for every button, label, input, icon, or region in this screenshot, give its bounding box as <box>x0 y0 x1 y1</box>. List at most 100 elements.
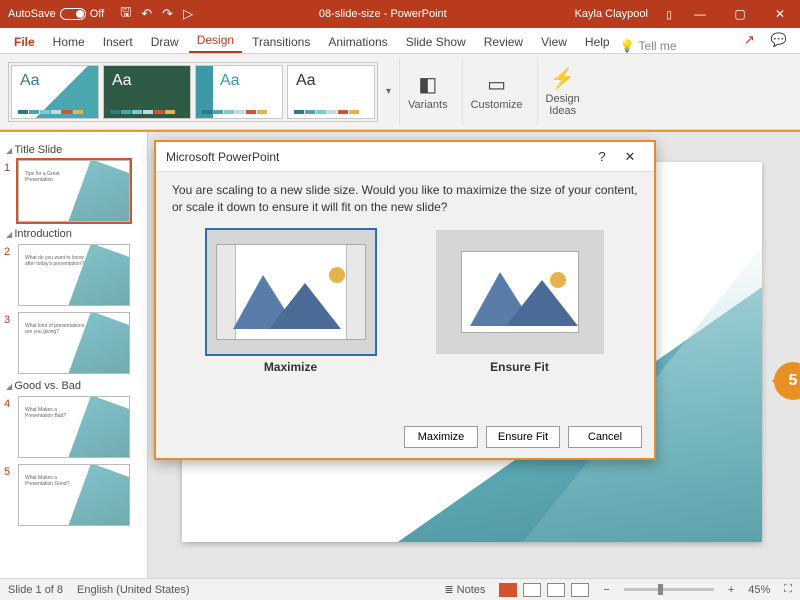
thumb-row-5[interactable]: 5 What Makes a Presentation Good? <box>4 464 143 526</box>
slide-number: 3 <box>4 312 14 326</box>
ribbon-design: Aa Aa Aa Aa ▾ ◧ Variants ▭ Customize ⚡ D… <box>0 54 800 130</box>
thumb-row-1[interactable]: 1 Tips for a Great Presentation <box>4 160 143 222</box>
tab-transitions[interactable]: Transitions <box>244 31 318 53</box>
fit-to-window-button[interactable]: ⛶ <box>784 583 792 596</box>
theme-thumb-1[interactable]: Aa <box>11 65 99 119</box>
theme-thumb-2[interactable]: Aa <box>103 65 191 119</box>
tab-review[interactable]: Review <box>476 31 531 53</box>
variants-label: Variants <box>408 99 448 111</box>
tab-animations[interactable]: Animations <box>320 31 395 53</box>
slide-number: 1 <box>4 160 14 174</box>
option-maximize-label: Maximize <box>264 360 317 374</box>
option-ensure-fit-label: Ensure Fit <box>490 360 549 374</box>
thumb-row-4[interactable]: 4 What Makes a Presentation Bad? <box>4 396 143 458</box>
dialog-message: You are scaling to a new slide size. Wou… <box>156 172 654 226</box>
tab-design[interactable]: Design <box>189 29 242 53</box>
notes-label: Notes <box>457 584 486 596</box>
status-bar: Slide 1 of 8 English (United States) ≣ N… <box>0 578 800 600</box>
theme-thumb-3[interactable]: Aa <box>195 65 283 119</box>
group-variants[interactable]: ◧ Variants <box>399 58 456 125</box>
autosave-label: AutoSave <box>8 8 56 20</box>
dialog-title: Microsoft PowerPoint <box>166 150 588 164</box>
share-button[interactable]: ↗ <box>737 27 762 53</box>
quick-access-toolbar: 🖫 ↶ ↷ ▷ <box>112 3 201 25</box>
dialog-options: Maximize Ensure Fit <box>156 226 654 374</box>
notes-toggle[interactable]: ≣ Notes <box>444 583 485 596</box>
undo-icon[interactable]: ↶ <box>141 6 152 22</box>
zoom-in-button[interactable]: + <box>728 584 734 596</box>
reading-view-button[interactable] <box>547 583 565 597</box>
toggle-off-icon <box>60 8 86 20</box>
redo-icon[interactable]: ↷ <box>162 6 173 22</box>
dialog-close-button[interactable]: ✕ <box>616 149 644 165</box>
slide-thumb-5[interactable]: What Makes a Presentation Good? <box>18 464 130 526</box>
group-design-ideas[interactable]: ⚡ Design Ideas <box>537 58 588 125</box>
tell-me-search[interactable]: 💡 Tell me <box>620 39 677 53</box>
save-icon[interactable]: 🖫 <box>120 3 131 25</box>
option-maximize[interactable]: Maximize <box>207 230 375 374</box>
gallery-more-icon[interactable]: ▾ <box>384 84 393 99</box>
tab-file[interactable]: File <box>6 31 43 53</box>
customize-icon: ▭ <box>487 72 506 97</box>
slide-number: 5 <box>4 464 14 478</box>
maximize-button[interactable]: ▢ <box>720 0 760 28</box>
slide-size-dialog: Microsoft PowerPoint ? ✕ You are scaling… <box>154 140 656 460</box>
autosave-state: Off <box>90 8 104 20</box>
slide-thumb-2[interactable]: What do you want to know after today's p… <box>18 244 130 306</box>
start-slideshow-icon[interactable]: ▷ <box>183 6 193 22</box>
thumb-row-3[interactable]: 3 What kind of presentations are you giv… <box>4 312 143 374</box>
slide-thumb-4[interactable]: What Makes a Presentation Bad? <box>18 396 130 458</box>
cancel-button[interactable]: Cancel <box>568 426 642 448</box>
tell-me-label: Tell me <box>639 39 677 53</box>
tab-view[interactable]: View <box>533 31 575 53</box>
title-bar: AutoSave Off 🖫 ↶ ↷ ▷ 08-slide-size - Pow… <box>0 0 800 28</box>
callout-number: 5 <box>789 372 798 390</box>
themes-gallery[interactable]: Aa Aa Aa Aa <box>8 62 378 122</box>
variants-icon: ◧ <box>418 72 437 97</box>
zoom-slider[interactable] <box>624 588 714 591</box>
ensure-fit-button[interactable]: Ensure Fit <box>486 426 560 448</box>
tutorial-callout: 5 <box>774 362 800 400</box>
normal-view-button[interactable] <box>499 583 517 597</box>
section-introduction[interactable]: Introduction <box>6 228 141 240</box>
language-status[interactable]: English (United States) <box>77 584 190 596</box>
design-ideas-label: Design Ideas <box>546 93 580 117</box>
tab-home[interactable]: Home <box>45 31 93 53</box>
window-title: 08-slide-size - PowerPoint <box>201 8 564 20</box>
lightbulb-icon: 💡 <box>620 39 635 53</box>
user-name[interactable]: Kayla Claypool <box>565 8 658 20</box>
comments-button[interactable]: 💬 <box>764 27 794 53</box>
sorter-view-button[interactable] <box>523 583 541 597</box>
ribbon-tabs: File Home Insert Draw Design Transitions… <box>0 28 800 54</box>
group-customize[interactable]: ▭ Customize <box>462 58 531 125</box>
window-controls: ― ▢ ✕ <box>680 0 800 28</box>
zoom-level[interactable]: 45% <box>748 584 770 596</box>
customize-label: Customize <box>471 99 523 111</box>
maximize-button[interactable]: Maximize <box>404 426 478 448</box>
theme-thumb-4[interactable]: Aa <box>287 65 375 119</box>
thumb-row-2[interactable]: 2 What do you want to know after today's… <box>4 244 143 306</box>
help-button[interactable]: ? <box>588 149 616 164</box>
view-buttons <box>499 583 589 597</box>
slide-counter[interactable]: Slide 1 of 8 <box>8 584 63 596</box>
slideshow-view-button[interactable] <box>571 583 589 597</box>
minimize-button[interactable]: ― <box>680 0 720 28</box>
tab-draw[interactable]: Draw <box>143 31 187 53</box>
slide-thumbnails-panel[interactable]: Title Slide 1 Tips for a Great Presentat… <box>0 132 148 578</box>
tab-help[interactable]: Help <box>577 31 618 53</box>
tab-insert[interactable]: Insert <box>95 31 141 53</box>
autosave-toggle[interactable]: AutoSave Off <box>0 8 112 20</box>
section-title-slide[interactable]: Title Slide <box>6 144 141 156</box>
dialog-titlebar: Microsoft PowerPoint ? ✕ <box>156 142 654 172</box>
close-button[interactable]: ✕ <box>760 0 800 28</box>
slide-thumb-1[interactable]: Tips for a Great Presentation <box>18 160 130 222</box>
dialog-buttons: Maximize Ensure Fit Cancel <box>404 426 642 448</box>
slide-thumb-3[interactable]: What kind of presentations are you givin… <box>18 312 130 374</box>
section-good-vs-bad[interactable]: Good vs. Bad <box>6 380 141 392</box>
zoom-out-button[interactable]: − <box>603 584 609 596</box>
ribbon-options-icon[interactable]: ▯ <box>658 8 680 21</box>
slide-number: 4 <box>4 396 14 410</box>
option-ensure-fit[interactable]: Ensure Fit <box>436 230 604 374</box>
design-ideas-icon: ⚡ <box>550 66 575 91</box>
tab-slide-show[interactable]: Slide Show <box>398 31 474 53</box>
